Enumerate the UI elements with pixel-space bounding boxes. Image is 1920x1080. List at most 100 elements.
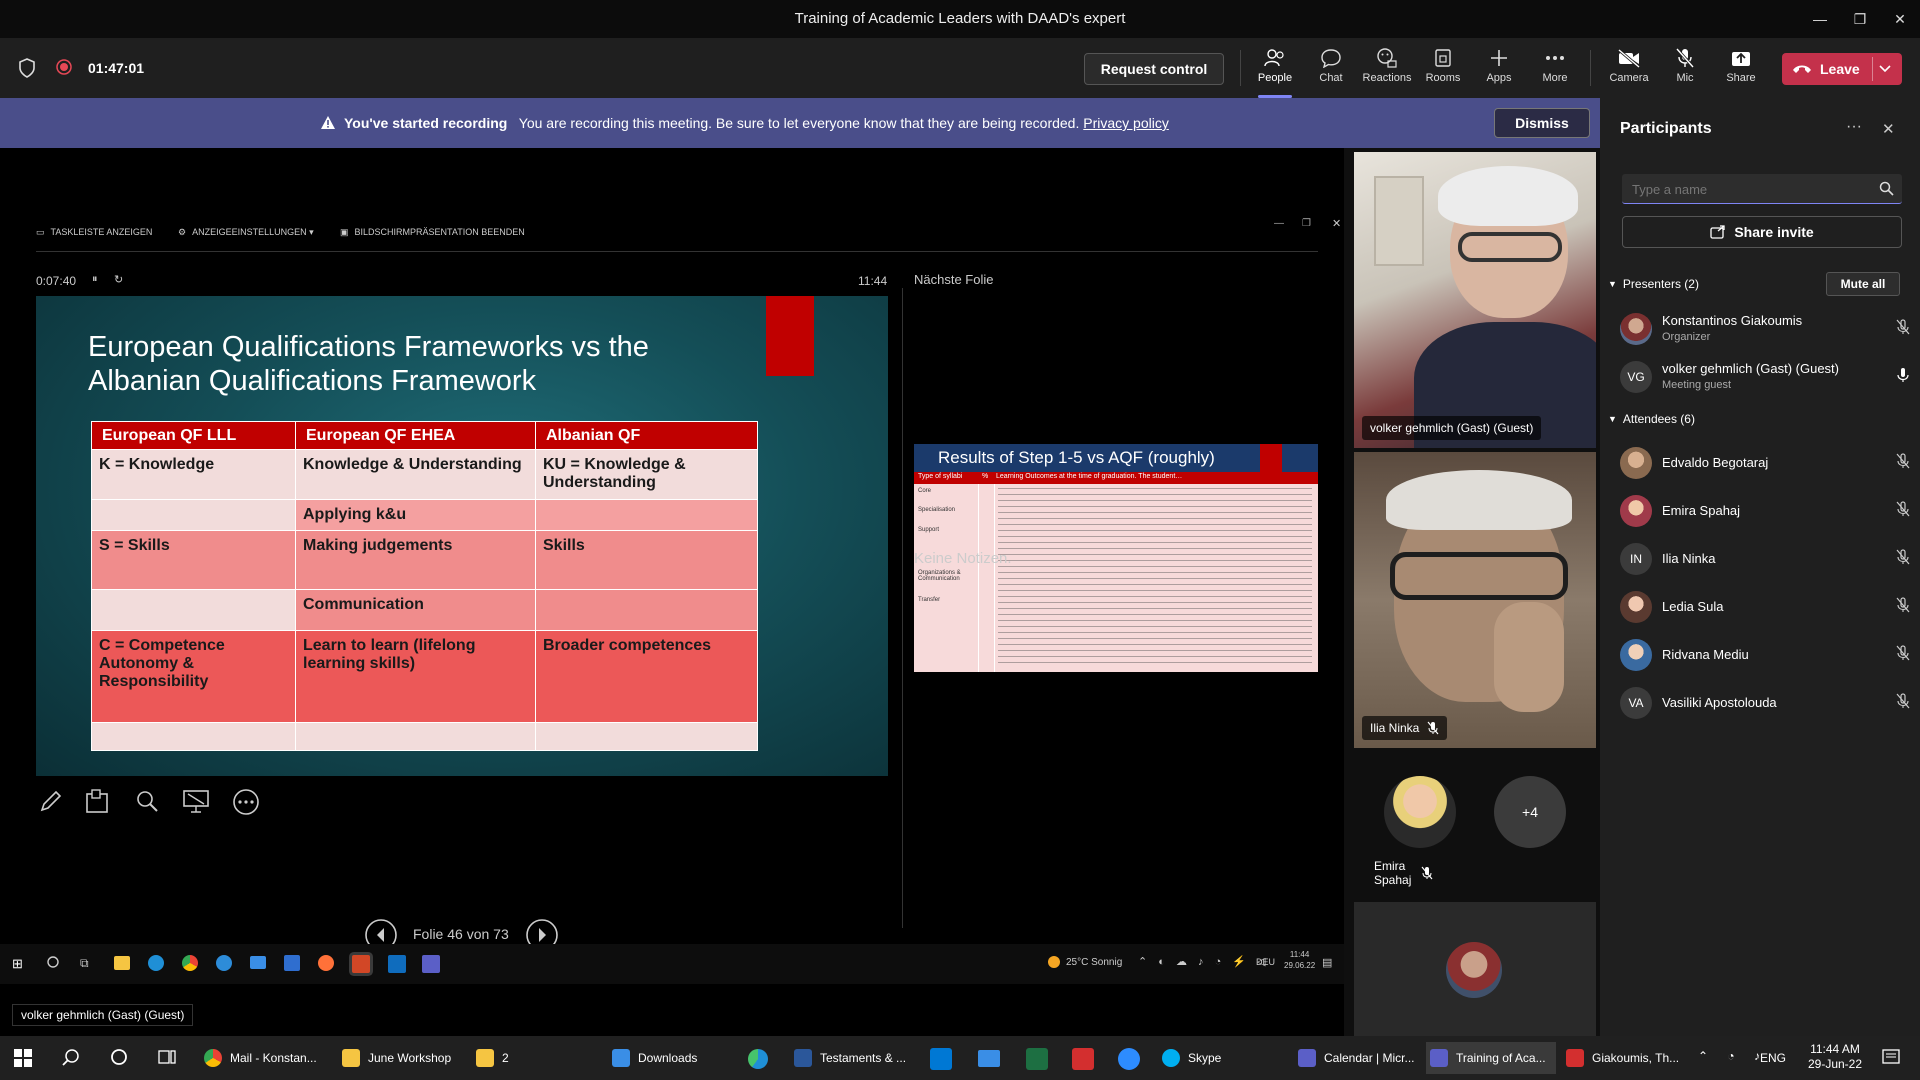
- no-notes-text: Keine Notizen.: [914, 550, 1012, 567]
- participant-name: Edvaldo Begotaraj: [1662, 455, 1769, 470]
- attendees-label: Attendees (6): [1622, 412, 1695, 426]
- firefox-icon: [318, 955, 334, 971]
- pause-icon[interactable]: ⏸: [92, 273, 98, 286]
- display-settings-label: ANZEIGEEINSTELLUNGEN ▾: [192, 227, 314, 237]
- taskbar-item-pdf[interactable]: Giakoumis, Th...: [1562, 1042, 1692, 1074]
- dismiss-button[interactable]: Dismiss: [1494, 108, 1590, 138]
- participant-row[interactable]: Ledia Sula: [1620, 587, 1910, 627]
- taskbar-item-teams-calendar[interactable]: Calendar | Micr...: [1294, 1042, 1424, 1074]
- rooms-button[interactable]: Rooms: [1414, 44, 1472, 94]
- restore-icon[interactable]: ❐: [1846, 8, 1874, 30]
- chevron-down-icon[interactable]: [1878, 62, 1892, 76]
- attendees-section-toggle[interactable]: ▼ Attendees (6): [1608, 412, 1695, 426]
- participant-row[interactable]: Edvaldo Begotaraj: [1620, 443, 1910, 483]
- table-cell: Communication: [295, 589, 536, 631]
- participant-row[interactable]: VG volker gehmlich (Gast) (Guest) Meetin…: [1620, 357, 1910, 397]
- request-control-button[interactable]: Request control: [1084, 53, 1224, 85]
- participant-row[interactable]: IN Ilia Ninka: [1620, 539, 1910, 579]
- taskbar-item-label: Skype: [1188, 1051, 1222, 1065]
- camera-button[interactable]: Camera: [1600, 44, 1658, 94]
- self-avatar: [1446, 942, 1502, 998]
- table-cell: [535, 499, 758, 531]
- participant-row[interactable]: Emira Spahaj: [1620, 491, 1910, 531]
- taskbar-item-chrome-mail[interactable]: Mail - Konstan...: [200, 1042, 324, 1074]
- zoom-icon[interactable]: [134, 788, 160, 814]
- participant-row[interactable]: Ridvana Mediu: [1620, 635, 1910, 675]
- taskbar-item-june-workshop[interactable]: June Workshop: [338, 1042, 458, 1074]
- participant-row[interactable]: Konstantinos Giakoumis Organizer: [1620, 309, 1910, 349]
- more-options-icon[interactable]: [232, 788, 260, 816]
- weather-text: 25°C Sonnig: [1066, 957, 1123, 968]
- ie-icon: [216, 955, 232, 971]
- table-header-row: European QF LLL European QF EHEA Albania…: [91, 421, 758, 450]
- taskbar-item-label: Mail - Konstan...: [230, 1051, 317, 1065]
- edge-icon[interactable]: [748, 1049, 768, 1069]
- slide-grid-icon[interactable]: [84, 788, 112, 814]
- pen-icon[interactable]: [38, 788, 64, 814]
- toolbar-divider: [1590, 50, 1591, 86]
- table-cell: Learn to learn (lifelong learning skills…: [295, 630, 536, 723]
- share-invite-button[interactable]: Share invite: [1622, 216, 1902, 248]
- taskbar-item-folder-2[interactable]: 2: [472, 1042, 532, 1074]
- video-tile-volker[interactable]: volker gehmlich (Gast) (Guest): [1354, 152, 1596, 448]
- leave-label: Leave: [1820, 61, 1860, 77]
- search-input[interactable]: [1622, 174, 1862, 204]
- presenter-minimize-icon[interactable]: —: [1274, 218, 1284, 229]
- mail-icon[interactable]: [978, 1050, 1000, 1067]
- share-button[interactable]: Share: [1712, 44, 1770, 94]
- taskbar-item-downloads[interactable]: Downloads: [608, 1042, 718, 1074]
- video-tile-ilia[interactable]: Ilia Ninka: [1354, 452, 1596, 748]
- mic-off-icon: [1674, 44, 1696, 72]
- table-cell: [91, 589, 296, 631]
- presenters-section-toggle[interactable]: ▼ Presenters (2): [1608, 277, 1699, 291]
- taskbar-item-teams-meeting[interactable]: Training of Aca...: [1426, 1042, 1556, 1074]
- taskbar-item-skype[interactable]: Skype: [1158, 1042, 1248, 1074]
- black-screen-icon[interactable]: [182, 788, 210, 814]
- meeting-toolbar: 01:47:01 Request control People Chat Rea…: [0, 38, 1920, 98]
- store-icon[interactable]: [930, 1048, 952, 1070]
- participant-row[interactable]: VA Vasiliki Apostolouda: [1620, 683, 1910, 723]
- presenter-close-icon[interactable]: ✕: [1332, 217, 1341, 230]
- taskbar-clock[interactable]: 11:44 AM 29-Jun-22: [1800, 1042, 1870, 1072]
- acrobat-icon[interactable]: [1072, 1048, 1094, 1070]
- presenter-restore-icon[interactable]: ❐: [1302, 218, 1311, 229]
- end-slideshow-item[interactable]: ▣ BILDSCHIRMPRÄSENTATION BEENDEN: [340, 227, 525, 238]
- system-tray-icons[interactable]: ⌃ ◔ ♪: [1698, 1049, 1768, 1063]
- current-slide[interactable]: European Qualifications Frameworks vs th…: [36, 296, 888, 776]
- people-icon: [1264, 44, 1286, 72]
- mic-button[interactable]: Mic: [1656, 44, 1714, 94]
- zoom-app-icon[interactable]: [1118, 1048, 1140, 1070]
- banner-message: You are recording this meeting. Be sure …: [518, 115, 1080, 131]
- next-slide-row: Organizations & Communication: [918, 570, 961, 582]
- minimize-icon[interactable]: —: [1806, 8, 1834, 30]
- overflow-participants-button[interactable]: +4: [1494, 776, 1566, 848]
- windows-start-icon[interactable]: [14, 1049, 32, 1067]
- taskbar-item-word[interactable]: Testaments & ...: [790, 1042, 910, 1074]
- mute-all-button[interactable]: Mute all: [1826, 272, 1900, 296]
- people-button[interactable]: People: [1246, 44, 1304, 98]
- display-settings-item[interactable]: ⚙ ANZEIGEEINSTELLUNGEN ▾: [178, 227, 314, 238]
- notification-center-icon[interactable]: [1882, 1048, 1900, 1066]
- chat-button[interactable]: Chat: [1302, 44, 1360, 94]
- self-view-tile[interactable]: [1354, 902, 1596, 1036]
- language-indicator[interactable]: ENG: [1760, 1051, 1786, 1065]
- cortana-icon[interactable]: [110, 1048, 128, 1066]
- privacy-policy-link[interactable]: Privacy policy: [1083, 115, 1169, 131]
- task-view-icon[interactable]: [158, 1048, 176, 1066]
- reactions-button[interactable]: Reactions: [1358, 44, 1416, 94]
- search-field[interactable]: [1622, 174, 1902, 204]
- more-icon: [1544, 44, 1566, 72]
- apps-button[interactable]: Apps: [1470, 44, 1528, 94]
- more-button[interactable]: More: [1526, 44, 1584, 94]
- excel-icon[interactable]: [1026, 1048, 1048, 1070]
- leave-button[interactable]: Leave: [1782, 53, 1902, 85]
- close-icon[interactable]: ✕: [1886, 8, 1914, 30]
- restart-timer-icon[interactable]: ↻: [114, 273, 123, 286]
- emira-label: Emira Spahaj: [1374, 859, 1433, 887]
- show-taskbar-item[interactable]: ▭ TASKLEISTE ANZEIGEN: [36, 227, 152, 238]
- panel-close-icon[interactable]: ✕: [1882, 120, 1895, 138]
- emira-avatar[interactable]: [1384, 776, 1456, 848]
- panel-more-icon[interactable]: ···: [1846, 118, 1862, 136]
- search-icon[interactable]: [62, 1048, 80, 1066]
- bookshelf: [1374, 176, 1424, 266]
